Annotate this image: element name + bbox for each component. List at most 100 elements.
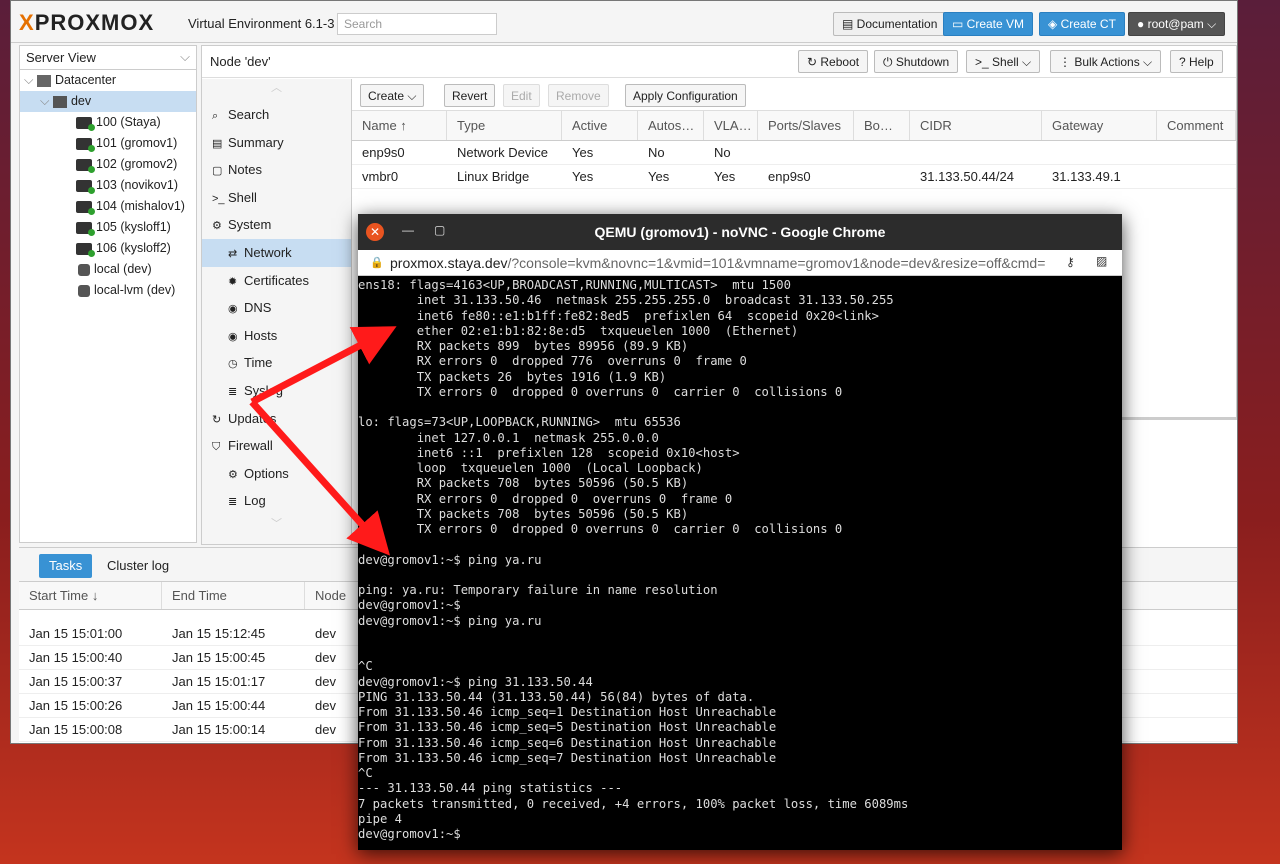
notes-icon: ▢ [212,165,223,178]
revert-button[interactable]: Revert [444,84,496,107]
menu-time[interactable]: ◷ Time [202,349,351,377]
book-icon: ▤ [842,17,857,31]
vnc-terminal[interactable]: ens18: flags=4163<UP,BROADCAST,RUNNING,M… [358,276,1122,850]
menu-summary[interactable]: ▤ Summary [202,129,351,157]
table-row[interactable]: vmbr0 Linux Bridge Yes Yes Yes enp9s0 31… [352,165,1236,189]
column-header[interactable]: Start Time ↓ [19,582,162,609]
shutdown-button[interactable]: ⏻ Shutdown [874,50,959,73]
menu-search[interactable]: ⌕ Search [202,101,351,129]
menu-log[interactable]: ≣ Log [202,487,351,515]
user-icon: ● [1137,17,1148,31]
power-icon: ⏻ [883,55,896,69]
network-toolbar: Create ⌵ Revert Edit Remove Apply Config… [352,79,1236,111]
clock-icon: ◷ [228,358,238,371]
column-header[interactable]: Type [447,111,562,140]
create-ct-button[interactable]: ◈ Create CT [1039,12,1125,36]
summary-icon: ▤ [212,137,223,150]
datacenter-icon [36,74,51,87]
column-header[interactable]: Name ↑ [352,111,447,140]
tree-storage[interactable]: local (dev) [20,259,196,280]
tree-vm[interactable]: 102 (gromov2) [20,154,196,175]
menu-shell[interactable]: >_ Shell [202,184,351,212]
scroll-up-icon[interactable]: ︿ [202,79,351,101]
shield-icon: ⛉ [212,441,221,454]
reboot-button[interactable]: ↻ Reboot [798,50,869,73]
vm-running-icon [76,179,95,194]
help-button[interactable]: ? Help [1170,50,1223,73]
create-button[interactable]: Create ⌵ [360,84,425,107]
column-header[interactable]: Autos… [638,111,704,140]
cube-icon: ◈ [1048,17,1061,31]
column-header[interactable]: End Time [162,582,305,609]
tree-node-dev[interactable]: ⌵ dev [20,91,196,112]
column-header[interactable]: Active [562,111,638,140]
storage-icon [78,263,90,276]
column-header[interactable]: Ports/Slaves [758,111,854,140]
menu-hosts[interactable]: ◉ Hosts [202,322,351,350]
column-header[interactable]: CIDR [910,111,1042,140]
bulk-actions-button[interactable]: ⋮ Bulk Actions ⌵ [1050,50,1162,73]
documentation-button[interactable]: ▤ Documentation [833,12,947,36]
menu-firewall[interactable]: ⛉ Firewall [202,432,351,460]
translate-icon[interactable]: ▨ [1096,254,1107,268]
search-icon: ⌕ [212,110,219,122]
column-header[interactable]: Comment [1157,111,1236,140]
column-header[interactable]: Node [305,582,365,609]
column-header[interactable]: VLA… [704,111,758,140]
tree-datacenter[interactable]: ⌵ Datacenter [20,70,196,91]
ellipsis-icon: ⋮ [1059,55,1075,69]
globe-icon: ◉ [228,330,238,343]
cogs-icon: ⚙ [212,220,222,233]
window-titlebar: ✕ — ▢ QEMU (gromov1) - noVNC - Google Ch… [358,214,1122,250]
gear-icon: ⚙ [228,468,238,481]
user-menu-button[interactable]: ● root@pam ⌵ [1128,12,1226,36]
tab-tasks[interactable]: Tasks [39,554,93,578]
column-header[interactable]: Bo… [854,111,910,140]
table-row[interactable]: enp9s0 Network Device Yes No No [352,141,1236,165]
search-input[interactable]: Search [337,13,497,35]
menu-syslog[interactable]: ≣ Syslog [202,377,351,405]
window-title: QEMU (gromov1) - noVNC - Google Chrome [594,224,886,240]
list-icon: ≣ [228,385,238,398]
create-vm-button[interactable]: ▭ Create VM [943,12,1034,36]
version-label: Virtual Environment 6.1-3 [188,16,335,31]
menu-options[interactable]: ⚙ Options [202,460,351,488]
node-header: Node 'dev' ↻ Reboot ⏻ Shutdown >_ Shell … [202,46,1236,78]
menu-dns[interactable]: ◉ DNS [202,294,351,322]
exchange-icon: ⇄ [228,247,238,260]
tree-vm[interactable]: 103 (novikov1) [20,175,196,196]
node-title: Node 'dev' [210,54,271,69]
menu-updates[interactable]: ↻ Updates [202,405,351,433]
remove-button[interactable]: Remove [548,84,609,107]
address-bar[interactable]: 🔒 proxmox.staya.dev/?console=kvm&novnc=1… [358,250,1122,276]
list-icon: ≣ [228,496,238,509]
chevron-down-icon: ⌵ [180,49,190,64]
key-icon[interactable]: ⚷ [1066,255,1075,269]
edit-button[interactable]: Edit [503,84,540,107]
globe-icon: ◉ [228,303,238,316]
shell-button[interactable]: >_ Shell ⌵ [966,50,1041,73]
tree-vm[interactable]: 100 (Staya) [20,112,196,133]
menu-certificates[interactable]: ✹ Certificates [202,267,351,295]
tree-vm[interactable]: 101 (gromov1) [20,133,196,154]
top-bar: XPROXMOX Virtual Environment 6.1-3 Searc… [11,1,1237,43]
tree-vm[interactable]: 106 (kysloff2) [20,238,196,259]
node-menu: ︿ ⌕ Search ▤ Summary ▢ Notes >_ Shell ⚙ Syste… [202,79,352,544]
tab-cluster-log[interactable]: Cluster log [97,554,179,578]
view-selector[interactable]: Server View ⌵ [20,46,196,70]
menu-system[interactable]: ⚙ System [202,211,351,239]
reload-icon: ↻ [807,55,821,69]
url-host: proxmox.staya.dev [390,255,508,271]
tree-vm[interactable]: 105 (kysloff1) [20,217,196,238]
certificate-icon: ✹ [228,275,238,288]
novnc-browser-window: ✕ — ▢ QEMU (gromov1) - noVNC - Google Ch… [358,214,1122,850]
menu-notes[interactable]: ▢ Notes [202,156,351,184]
menu-network[interactable]: ⇄ Network [202,238,351,267]
column-header[interactable]: Gateway [1042,111,1157,140]
tree-storage[interactable]: local-lvm (dev) [20,280,196,301]
tree-vm[interactable]: 104 (mishalov1) [20,196,196,217]
refresh-icon: ↻ [212,413,222,426]
resource-tree: Server View ⌵ ⌵ Datacenter ⌵ dev 100 (Sta… [19,45,197,543]
scroll-down-icon[interactable]: ﹀ [202,515,351,535]
apply-configuration-button[interactable]: Apply Configuration [625,84,746,107]
